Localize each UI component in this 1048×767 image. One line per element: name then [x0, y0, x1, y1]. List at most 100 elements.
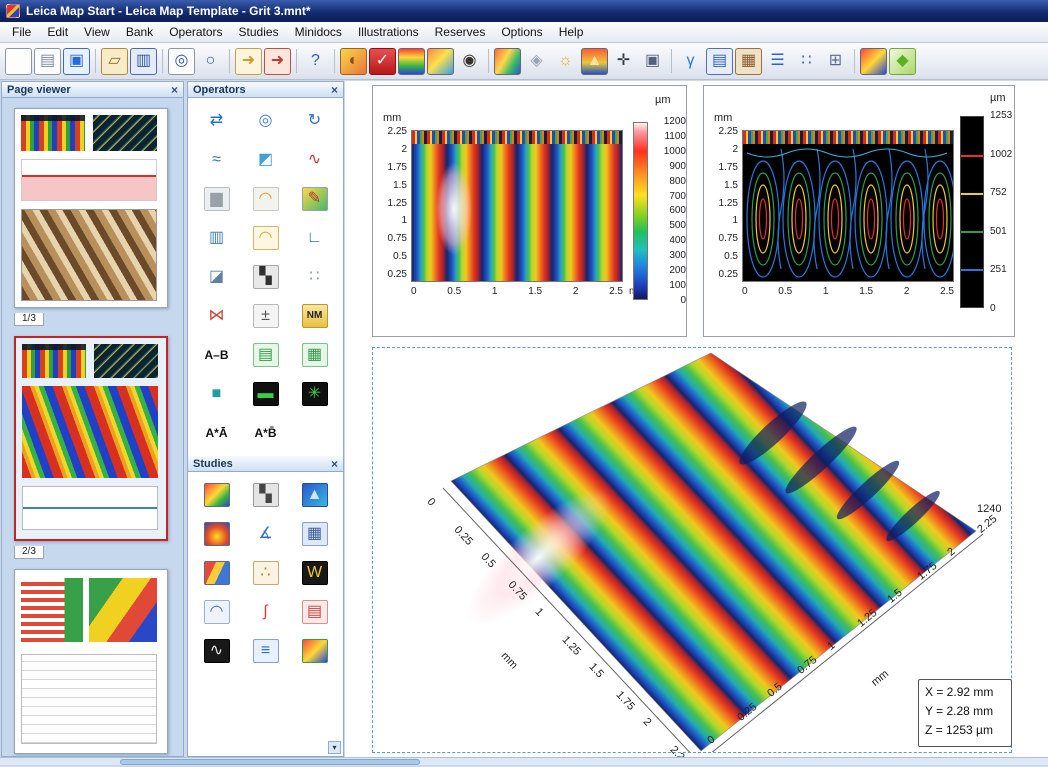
retouch-operator-icon[interactable]: ✎ — [297, 184, 333, 214]
subtract-operator-label[interactable]: A–B — [199, 340, 235, 370]
menu-item-minidocs[interactable]: Minidocs — [287, 23, 350, 41]
menu-item-illustrations[interactable]: Illustrations — [350, 23, 427, 41]
bearing-study-icon[interactable] — [297, 636, 333, 666]
close-icon[interactable]: × — [331, 458, 338, 470]
export-document-icon[interactable]: ➜ — [235, 48, 262, 75]
contour-map-view[interactable]: mm 2.2521.751.51.2510.750.50.25 00.511.5… — [703, 85, 1015, 337]
menu-item-operators[interactable]: Operators — [161, 23, 230, 41]
motifs-study-icon[interactable]: W — [297, 558, 333, 588]
open-document-icon[interactable]: ▱ — [101, 48, 128, 75]
particles-study-icon[interactable]: ∴ — [248, 558, 284, 588]
split-operator-icon[interactable]: ◪ — [199, 262, 235, 292]
texture-operator-icon[interactable]: ▚ — [248, 262, 284, 292]
sample-viewer-icon[interactable]: ▦ — [735, 48, 762, 75]
page-label[interactable]: 1/3 — [14, 313, 44, 326]
stitch-operator-icon[interactable]: ▥ — [199, 223, 235, 253]
surface-3d-view[interactable]: mm mm 1240 00.250.50.7511.251.51.7522.25… — [372, 347, 1012, 753]
remove-area-operator-icon[interactable]: ⋈ — [199, 301, 235, 331]
crop-frame-icon[interactable]: ▣ — [639, 48, 666, 75]
menu-item-reserves[interactable]: Reserves — [427, 23, 494, 41]
page-label[interactable]: 2/3 — [14, 546, 44, 559]
cursor-info-line: X = 2.92 mm — [925, 683, 1005, 702]
image-icon[interactable] — [427, 48, 454, 75]
scatter-icon[interactable]: ∷ — [793, 48, 820, 75]
new-page-icon[interactable]: ▤ — [34, 48, 61, 75]
slice-study-icon[interactable]: ▤ — [297, 597, 333, 627]
import-document-icon[interactable]: ➜ — [264, 48, 291, 75]
close-icon[interactable]: × — [171, 84, 178, 96]
menu-item-edit[interactable]: Edit — [39, 23, 76, 41]
threshold-operator-icon[interactable]: ▆ — [199, 184, 235, 214]
save-document-icon[interactable]: ▥ — [130, 48, 157, 75]
extract-channel-operator-icon[interactable]: ■ — [199, 379, 235, 409]
menu-item-view[interactable]: View — [76, 23, 118, 41]
new-document-icon[interactable] — [5, 48, 32, 75]
color-scale-icon[interactable] — [398, 48, 425, 75]
fill-dome-operator-icon[interactable]: ◠ — [248, 223, 284, 253]
menu-item-options[interactable]: Options — [493, 23, 550, 41]
colormap-icon[interactable] — [860, 48, 887, 75]
bulb-icon[interactable]: ☼ — [552, 48, 579, 75]
peaks-3d-icon[interactable]: ▲ — [581, 48, 608, 75]
step-height-study-icon[interactable]: ≡ — [248, 636, 284, 666]
stack-operator-icon[interactable]: ▤ — [248, 340, 284, 370]
magnifier-icon[interactable]: ○ — [197, 48, 224, 75]
peak-study-icon[interactable] — [199, 519, 235, 549]
export-diamond-icon[interactable]: ◆ — [889, 48, 916, 75]
fft-operator-icon[interactable]: ▬ — [248, 379, 284, 409]
fill-nm-operator-icon[interactable]: NM — [297, 301, 333, 331]
height-map-view[interactable]: mm 2.2521.751.51.2510.750.50.25 00.511.5… — [372, 85, 687, 337]
colormap-study-icon[interactable] — [199, 480, 235, 510]
menu-item-file[interactable]: File — [4, 23, 39, 41]
surface-study-icon[interactable]: ▲ — [297, 480, 333, 510]
cross-correlation-operator-label[interactable]: A*B̄ — [248, 418, 284, 448]
menu-item-help[interactable]: Help — [551, 23, 592, 41]
profile-extract-operator-icon[interactable]: ∿ — [297, 145, 333, 175]
zoom-document-icon[interactable]: ◎ — [168, 48, 195, 75]
zoom-operator-icon[interactable]: ◎ — [248, 106, 284, 136]
rotate-operator-icon[interactable]: ↻ — [297, 106, 333, 136]
horizontal-scrollbar[interactable] — [0, 757, 1048, 765]
page-thumbnail-2[interactable] — [14, 336, 168, 541]
gamma-icon[interactable]: γ — [677, 48, 704, 75]
measure-study-icon[interactable]: ∡ — [248, 519, 284, 549]
x-tick-label: 0 — [742, 286, 748, 297]
psd-operator-icon[interactable]: ✳ — [297, 379, 333, 409]
mosaic-operator-icon[interactable]: ▦ — [297, 340, 333, 370]
chart1-plot — [411, 130, 623, 282]
scrollbar-thumb[interactable] — [120, 759, 420, 765]
layers-icon[interactable]: ◈ — [523, 48, 550, 75]
form-removal-operator-icon[interactable]: ◠ — [248, 184, 284, 214]
eye-icon[interactable]: ◉ — [456, 48, 483, 75]
scroll-down-icon[interactable]: ▾ — [328, 741, 341, 754]
menu-item-bank[interactable]: Bank — [118, 23, 161, 41]
selection-cross-icon[interactable]: ⊞ — [822, 48, 849, 75]
checked-report-icon[interactable]: ✓ — [369, 48, 396, 75]
x-tick-label: 0 — [411, 286, 417, 297]
surface-image-icon[interactable] — [494, 48, 521, 75]
profile-study-icon[interactable]: ∿ — [199, 636, 235, 666]
grid-points-operator-icon[interactable]: ∷ — [297, 262, 333, 292]
close-icon[interactable]: × — [331, 84, 338, 96]
autocorrelation-operator-label[interactable]: A*Ā — [199, 418, 235, 448]
page-thumbnail-3[interactable] — [14, 569, 168, 754]
grains-study-icon[interactable]: ▚ — [248, 480, 284, 510]
app-icon — [6, 4, 20, 18]
help-icon[interactable]: ? — [302, 48, 329, 75]
monitor-icon[interactable]: ▣ — [63, 48, 90, 75]
angle-study-icon[interactable]: ◠ — [199, 597, 235, 627]
resample-operator-icon[interactable]: ≈ — [199, 145, 235, 175]
symmetry-operator-icon[interactable]: ⇄ — [199, 106, 235, 136]
menu-item-studies[interactable]: Studies — [231, 23, 287, 41]
add-subtract-operator-icon[interactable]: ± — [248, 301, 284, 331]
axes-convert-operator-icon[interactable]: ∟ — [297, 223, 333, 253]
report-blue-icon[interactable]: ▤ — [706, 48, 733, 75]
table-icon[interactable]: ☰ — [764, 48, 791, 75]
flip-operator-icon[interactable]: ◩ — [248, 145, 284, 175]
page-thumbnail-1[interactable] — [14, 108, 168, 308]
move-axes-icon[interactable]: ✛ — [610, 48, 637, 75]
segmentation-study-icon[interactable] — [199, 558, 235, 588]
curves-study-icon[interactable]: ∫ — [248, 597, 284, 627]
calculator-study-icon[interactable]: ▦ — [297, 519, 333, 549]
palette-icon[interactable]: ◐ — [340, 48, 367, 75]
